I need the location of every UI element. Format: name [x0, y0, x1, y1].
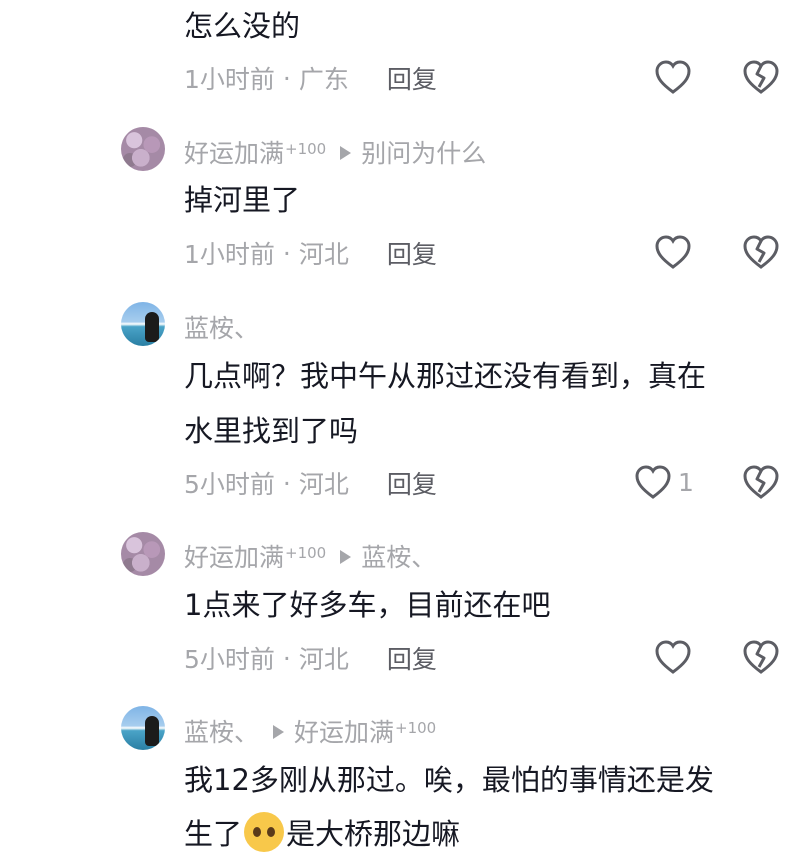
reply-to-badge: +100	[395, 719, 437, 737]
comment-text-line2: 生了 是大桥那边嘛	[184, 810, 460, 859]
comment-author-line: 蓝桉、	[184, 309, 259, 345]
comment-location: 河北	[298, 240, 349, 269]
comment-text-part: 生了	[184, 817, 243, 851]
comment-text: 水里找到了吗	[184, 414, 359, 448]
dislike-button[interactable]	[742, 639, 780, 679]
reply-button[interactable]: 回复	[387, 60, 437, 96]
heart-icon	[655, 60, 691, 94]
reply-button[interactable]: 回复	[387, 465, 437, 501]
reply-to-name[interactable]: 蓝桉、	[361, 538, 436, 574]
author-badge: +100	[285, 544, 327, 562]
reply-to-name[interactable]: 别问为什么	[361, 134, 486, 170]
comment-location: 河北	[298, 470, 349, 499]
heart-icon	[655, 640, 691, 674]
like-button[interactable]: 1	[634, 464, 694, 500]
comment-location: 河北	[298, 645, 349, 674]
comment-time: 1小时前	[184, 240, 275, 269]
author-name[interactable]: 好运加满	[184, 538, 284, 574]
dislike-button[interactable]	[742, 59, 780, 99]
comment-author-line: 好运加满 +100 别问为什么	[184, 134, 486, 170]
comment-author-line: 好运加满 +100 蓝桉、	[184, 538, 436, 574]
comment-meta: 1小时前 · 广东 回复	[184, 60, 437, 96]
author-badge: +100	[285, 140, 327, 158]
comment-author-line: 蓝桉、 好运加满 +100	[184, 713, 436, 749]
author-name[interactable]: 蓝桉、	[184, 713, 259, 749]
reply-arrow-icon	[340, 146, 352, 160]
comment-meta: 5小时前 · 河北 回复	[184, 465, 437, 501]
pleading-face-emoji	[244, 812, 285, 852]
meta-separator: ·	[282, 468, 291, 498]
comment-text: 怎么没的	[184, 9, 301, 43]
author-name[interactable]: 好运加满	[184, 134, 284, 170]
heart-icon	[635, 465, 671, 499]
avatar[interactable]	[121, 706, 165, 750]
comment-time: 1小时前	[184, 65, 275, 94]
comment-text: 1点来了好多车，目前还在吧	[184, 588, 551, 622]
meta-separator: ·	[282, 643, 291, 673]
comment-text: 几点啊？我中午从那过还没有看到，真在	[184, 359, 707, 393]
dislike-button[interactable]	[742, 234, 780, 274]
broken-heart-icon	[743, 640, 779, 674]
like-button[interactable]	[654, 234, 692, 270]
like-button[interactable]	[654, 639, 692, 675]
comment-meta: 1小时前 · 河北 回复	[184, 235, 437, 271]
meta-separator: ·	[282, 63, 291, 93]
reply-button[interactable]: 回复	[387, 235, 437, 271]
broken-heart-icon	[743, 235, 779, 269]
heart-icon	[655, 235, 691, 269]
broken-heart-icon	[743, 60, 779, 94]
author-name[interactable]: 蓝桉、	[184, 309, 259, 345]
reply-button[interactable]: 回复	[387, 640, 437, 676]
comment-time: 5小时前	[184, 470, 275, 499]
broken-heart-icon	[743, 465, 779, 499]
comment-meta: 5小时前 · 河北 回复	[184, 640, 437, 676]
avatar[interactable]	[121, 532, 165, 576]
comment-time: 5小时前	[184, 645, 275, 674]
reply-to-name[interactable]: 好运加满	[294, 713, 394, 749]
comment-text-part: 是大桥那边嘛	[286, 817, 461, 851]
comment-location: 广东	[298, 65, 349, 94]
reply-arrow-icon	[340, 550, 352, 564]
meta-separator: ·	[282, 238, 291, 268]
like-count: 1	[678, 467, 694, 497]
dislike-button[interactable]	[742, 464, 780, 504]
avatar[interactable]	[121, 302, 165, 346]
like-button[interactable]	[654, 59, 692, 95]
reply-arrow-icon	[273, 725, 285, 739]
avatar[interactable]	[121, 127, 165, 171]
comment-text: 掉河里了	[184, 183, 301, 217]
comment-text: 我12多刚从那过。唉，最怕的事情还是发	[184, 763, 714, 797]
